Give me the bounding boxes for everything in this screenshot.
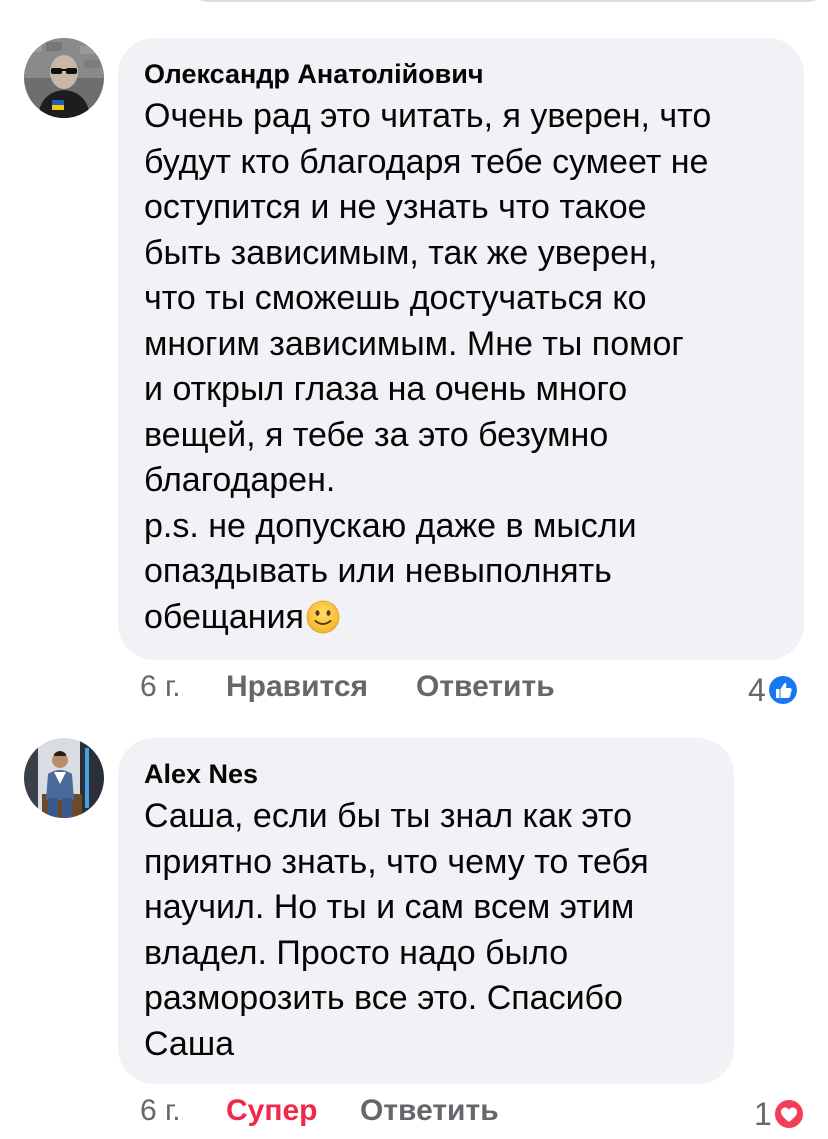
avatar[interactable] (24, 738, 104, 818)
comment-input-field[interactable] (188, 0, 828, 2)
reaction-summary[interactable]: 1 (754, 1089, 805, 1133)
comment-author[interactable]: Олександр Анатолійович (144, 58, 778, 90)
comment-timestamp[interactable]: 6 г. (140, 1089, 181, 1133)
reaction-summary[interactable]: 4 (748, 665, 799, 709)
love-icon (772, 1097, 805, 1130)
love-reaction-button[interactable]: Супер (226, 1089, 317, 1133)
slightly-smiling-face-icon (306, 600, 340, 634)
comment-body: Очень рад это читать, я уверен, что буду… (144, 97, 712, 636)
comment-bubble: Олександр Анатолійович Очень рад это чит… (118, 38, 804, 660)
comment-body: Саша, если бы ты знал как это приятно зн… (144, 797, 649, 1063)
reaction-count: 1 (754, 1095, 772, 1132)
like-icon (766, 673, 799, 706)
comment-text: Очень рад это читать, я уверен, что буду… (144, 94, 778, 640)
comment-author[interactable]: Alex Nes (144, 758, 708, 790)
like-button[interactable]: Нравится (226, 665, 368, 709)
reply-button[interactable]: Ответить (360, 1089, 499, 1133)
comment-bubble: Alex Nes Саша, если бы ты знал как это п… (118, 738, 734, 1084)
reaction-count: 4 (748, 671, 766, 708)
reply-button[interactable]: Ответить (416, 665, 555, 709)
avatar[interactable] (24, 38, 104, 118)
comment-timestamp[interactable]: 6 г. (140, 665, 181, 709)
